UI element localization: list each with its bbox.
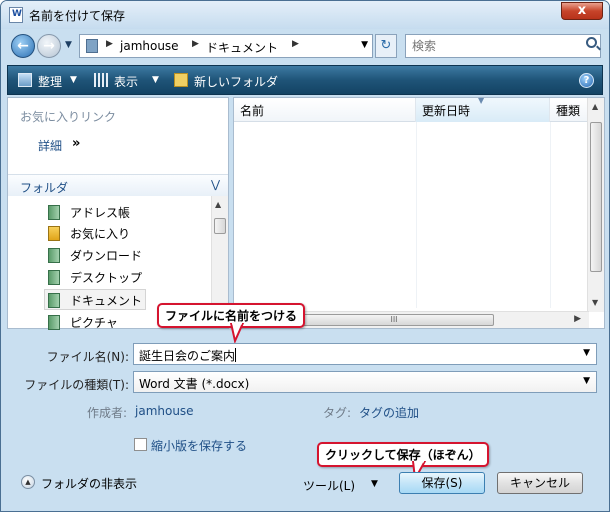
search-icon[interactable] bbox=[586, 37, 597, 48]
filename-field[interactable]: 誕生日会のご案内 ▼ bbox=[133, 343, 597, 365]
tree-item-label: デスクトップ bbox=[70, 271, 143, 285]
favorite-links-title: お気に入りリンク bbox=[20, 110, 117, 124]
save-button[interactable]: 保存(S) bbox=[399, 472, 485, 494]
vertical-scrollbar[interactable]: ▲ ▼ bbox=[587, 98, 604, 312]
folders-header-label: フォルダ bbox=[20, 181, 69, 195]
desktop-icon bbox=[48, 270, 60, 285]
tools-button[interactable]: ツール(L) bbox=[303, 477, 355, 494]
title-bar: 名前を付けて保存 x bbox=[1, 1, 609, 29]
organize-icon[interactable] bbox=[18, 73, 32, 87]
scroll-up-icon[interactable]: ▲ bbox=[592, 102, 598, 111]
window-title: 名前を付けて保存 bbox=[29, 9, 126, 23]
close-button[interactable]: x bbox=[561, 2, 603, 20]
address-bar: ← → ▼ ▶ jamhouse ▶ ドキュメント ▶ ▼ ↻ bbox=[7, 31, 603, 61]
scroll-up-icon[interactable]: ▲ bbox=[215, 200, 221, 209]
filetype-select[interactable]: Word 文書 (*.docx) ▼ bbox=[133, 371, 597, 393]
breadcrumb-documents[interactable]: ドキュメント bbox=[206, 39, 278, 56]
thumbnail-label[interactable]: 縮小版を保存する bbox=[151, 437, 247, 454]
help-icon[interactable]: ? bbox=[579, 73, 594, 88]
organize-button[interactable]: 整理 bbox=[38, 73, 62, 90]
folders-header[interactable]: フォルダ ⋁ bbox=[8, 174, 228, 196]
views-icon[interactable] bbox=[94, 73, 108, 87]
scroll-down-icon[interactable]: ▼ bbox=[592, 298, 598, 307]
filetype-label: ファイルの種類(T): bbox=[24, 378, 129, 392]
chevron-down-icon[interactable]: ▼ bbox=[70, 75, 77, 85]
filename-value: 誕生日会のご案内 bbox=[139, 349, 236, 363]
chevron-up-icon[interactable]: ▲ bbox=[21, 475, 35, 489]
chevron-down-icon[interactable]: ▼ bbox=[152, 75, 159, 85]
chevron-right-icon[interactable]: ▶ bbox=[292, 39, 299, 49]
views-button[interactable]: 表示 bbox=[114, 73, 138, 90]
tree-item-label: ピクチャ bbox=[70, 316, 118, 330]
breadcrumb-jamhouse[interactable]: jamhouse bbox=[120, 39, 179, 53]
favorites-icon bbox=[48, 226, 60, 241]
folder-icon bbox=[86, 39, 98, 53]
column-name[interactable]: 名前 bbox=[234, 98, 416, 122]
tree-item-label: アドレス帳 bbox=[70, 206, 131, 220]
chevron-down-icon[interactable]: ▼ bbox=[583, 376, 590, 386]
tree-item-label: ダウンロード bbox=[70, 249, 143, 263]
filetype-value: Word 文書 (*.docx) bbox=[139, 377, 250, 391]
command-toolbar: 整理 ▼ 表示 ▼ 新しいフォルダ ? bbox=[7, 65, 603, 95]
navigation-pane: お気に入りリンク 詳細 » フォルダ ⋁ アドレス帳 お気に入り ダウンロード … bbox=[7, 97, 229, 330]
chevron-down-icon[interactable]: ⋁ bbox=[211, 178, 220, 191]
forward-arrow-icon[interactable]: → bbox=[37, 34, 61, 58]
new-folder-icon[interactable] bbox=[174, 73, 188, 87]
column-header-row: 名前 ▼ 更新日時 種類 bbox=[234, 96, 590, 122]
hide-folders-button[interactable]: フォルダの非表示 bbox=[41, 475, 137, 492]
sort-indicator-icon: ▼ bbox=[478, 96, 485, 105]
column-modified-label: 更新日時 bbox=[422, 104, 471, 118]
history-dropdown-icon[interactable]: ▼ bbox=[65, 40, 72, 50]
author-value[interactable]: jamhouse bbox=[135, 404, 194, 418]
scroll-thumb[interactable] bbox=[214, 218, 226, 234]
tags-value[interactable]: タグの追加 bbox=[359, 404, 419, 421]
cancel-button[interactable]: キャンセル bbox=[497, 472, 583, 494]
word-document-icon bbox=[9, 7, 23, 23]
chevron-down-icon[interactable]: ▼ bbox=[371, 479, 378, 489]
author-label: 作成者: bbox=[87, 406, 128, 420]
contacts-icon bbox=[48, 205, 60, 220]
chevron-down-icon[interactable]: ▼ bbox=[583, 348, 590, 358]
search-input[interactable] bbox=[405, 34, 601, 58]
thumbnail-checkbox[interactable] bbox=[134, 438, 147, 451]
chevron-down-icon[interactable]: ▼ bbox=[361, 40, 368, 50]
chevron-right-icon[interactable]: ▶ bbox=[106, 39, 113, 49]
callout-save: クリックして保存（ほぞん） bbox=[317, 442, 489, 467]
scroll-thumb[interactable]: III bbox=[294, 314, 494, 326]
column-modified[interactable]: ▼ 更新日時 bbox=[416, 96, 550, 122]
save-as-dialog: 名前を付けて保存 x ← → ▼ ▶ jamhouse ▶ ドキュメント ▶ ▼… bbox=[0, 0, 610, 512]
breadcrumb[interactable]: ▶ jamhouse ▶ ドキュメント ▶ ▼ bbox=[79, 34, 373, 58]
column-divider bbox=[550, 122, 551, 308]
refresh-icon[interactable]: ↻ bbox=[375, 34, 397, 58]
pictures-icon bbox=[48, 315, 60, 330]
scroll-thumb[interactable] bbox=[590, 122, 602, 272]
column-type-label: 種類 bbox=[556, 104, 581, 118]
documents-icon bbox=[48, 293, 60, 308]
downloads-icon bbox=[48, 248, 60, 263]
scroll-right-icon[interactable]: ▶ bbox=[574, 314, 581, 324]
filename-label: ファイル名(N): bbox=[46, 350, 129, 364]
tree-item-label: お気に入り bbox=[70, 227, 131, 241]
text-caret bbox=[235, 348, 237, 362]
new-folder-button[interactable]: 新しいフォルダ bbox=[194, 73, 278, 90]
double-chevron-icon[interactable]: » bbox=[72, 136, 80, 151]
column-divider bbox=[416, 122, 417, 308]
file-list: 名前 ▼ 更新日時 種類 ▲ ▼ III ▶ bbox=[233, 96, 605, 329]
details-link[interactable]: 詳細 bbox=[38, 137, 62, 154]
callout-tail bbox=[229, 323, 245, 343]
tags-label: タグ: bbox=[323, 406, 352, 420]
back-arrow-icon[interactable]: ← bbox=[11, 34, 35, 58]
column-type[interactable]: 種類 bbox=[550, 98, 590, 122]
tree-item-label: ドキュメント bbox=[70, 294, 143, 308]
chevron-right-icon[interactable]: ▶ bbox=[192, 39, 199, 49]
column-name-label: 名前 bbox=[240, 104, 265, 118]
